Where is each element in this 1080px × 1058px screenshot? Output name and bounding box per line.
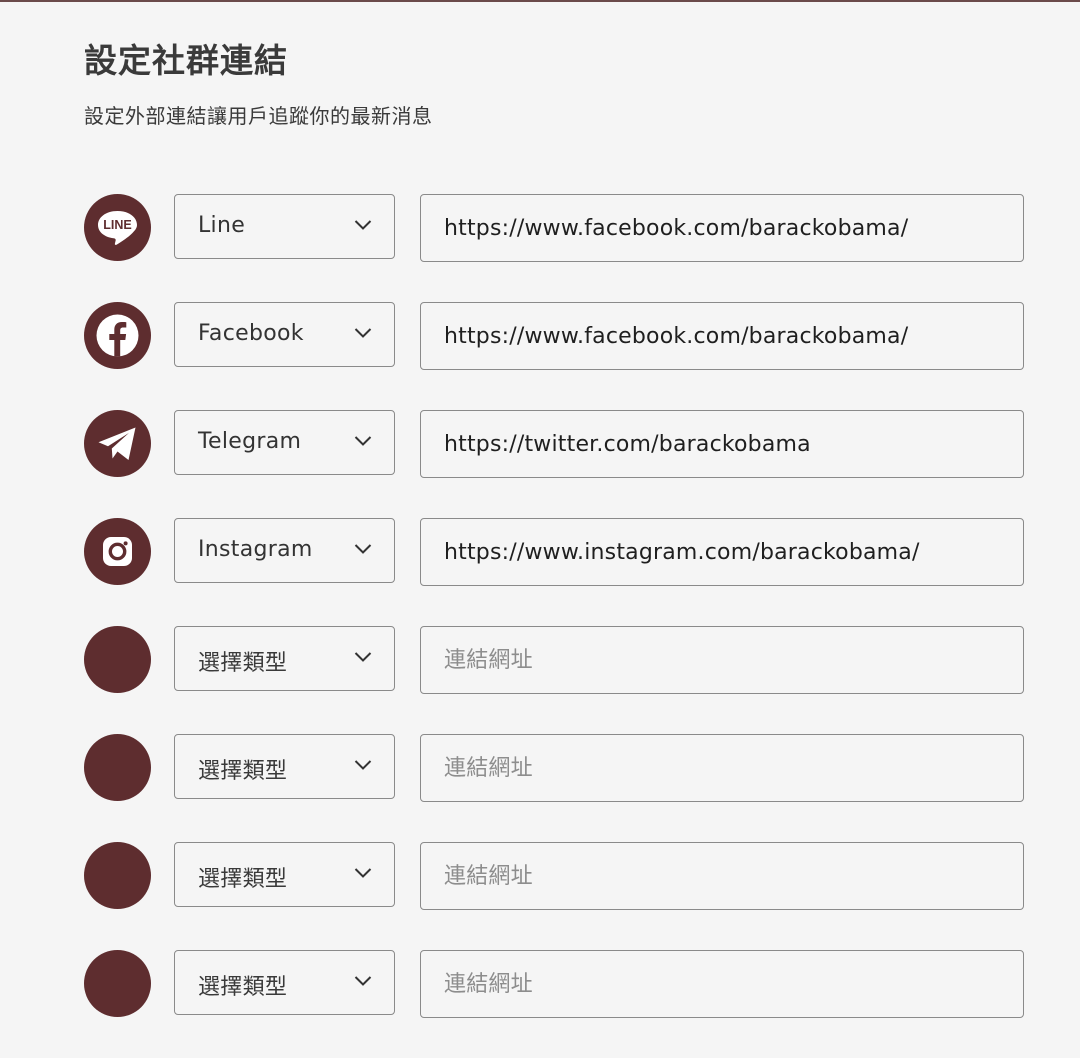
line-icon: LINE xyxy=(84,194,151,261)
empty-icon xyxy=(84,950,151,1017)
type-select-value: 選擇類型 xyxy=(198,975,288,1000)
url-input[interactable] xyxy=(420,734,1024,802)
type-select-value: 選擇類型 xyxy=(198,867,288,892)
type-select-value: Telegram xyxy=(198,429,302,454)
type-select[interactable]: 選擇類型 xyxy=(174,842,395,907)
type-select-value: 選擇類型 xyxy=(198,651,288,676)
type-select[interactable]: 選擇類型 xyxy=(174,734,395,799)
top-divider xyxy=(0,0,1080,2)
page-header: 設定社群連結 設定外部連結讓用戶追蹤你的最新消息 xyxy=(84,34,433,129)
chevron-down-icon xyxy=(354,760,372,770)
type-select[interactable]: Telegram xyxy=(174,410,395,475)
page-title: 設定社群連結 xyxy=(84,41,288,80)
chevron-down-icon xyxy=(354,976,372,986)
chevron-down-icon xyxy=(354,652,372,662)
type-select[interactable]: Instagram xyxy=(174,518,395,583)
type-select-value: 選擇類型 xyxy=(198,759,288,784)
page-subtitle: 設定外部連結讓用戶追蹤你的最新消息 xyxy=(84,104,433,128)
chevron-down-icon xyxy=(354,544,372,554)
type-select-value: Facebook xyxy=(198,321,304,346)
type-select-value: Instagram xyxy=(198,537,313,562)
type-select-value: Line xyxy=(198,213,246,238)
chevron-down-icon xyxy=(354,436,372,446)
url-input[interactable] xyxy=(420,194,1024,262)
chevron-down-icon xyxy=(354,868,372,878)
empty-icon xyxy=(84,734,151,801)
url-input[interactable] xyxy=(420,842,1024,910)
url-input[interactable] xyxy=(420,302,1024,370)
empty-icon xyxy=(84,626,151,693)
url-input[interactable] xyxy=(420,518,1024,586)
empty-icon xyxy=(84,842,151,909)
line-logo-text: LINE xyxy=(103,218,131,232)
url-input[interactable] xyxy=(420,950,1024,1018)
type-select[interactable]: 選擇類型 xyxy=(174,626,395,691)
type-select[interactable]: Facebook xyxy=(174,302,395,367)
instagram-icon xyxy=(84,518,151,585)
telegram-icon xyxy=(84,410,151,477)
chevron-down-icon xyxy=(354,220,372,230)
url-input[interactable] xyxy=(420,410,1024,478)
chevron-down-icon xyxy=(354,328,372,338)
type-select[interactable]: 選擇類型 xyxy=(174,950,395,1015)
url-input[interactable] xyxy=(420,626,1024,694)
facebook-icon xyxy=(84,302,151,369)
type-select[interactable]: Line xyxy=(174,194,395,259)
